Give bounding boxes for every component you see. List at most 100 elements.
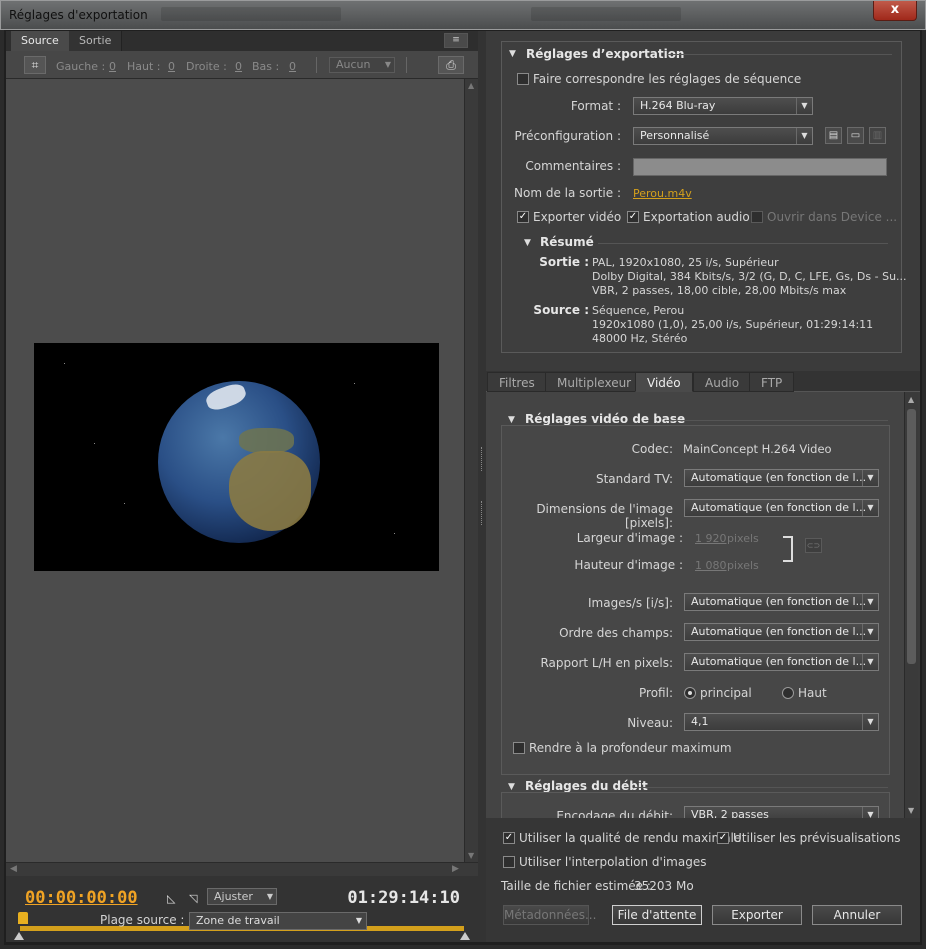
use-previews-checkbox[interactable]: ✓ <box>717 832 729 844</box>
tab-filters[interactable]: Filtres <box>487 372 547 392</box>
export-button[interactable]: Exporter <box>712 905 802 925</box>
tab-source[interactable]: Source <box>11 31 70 51</box>
scroll-left-icon[interactable]: ◀ <box>10 864 17 874</box>
width-label: Largeur d'image : <box>576 531 683 545</box>
aspect-value: Automatique (en fonction de l... <box>691 655 867 668</box>
scroll-up-icon[interactable]: ▲ <box>908 395 914 404</box>
divider <box>667 54 892 55</box>
fps-label: Images/s [i/s]: <box>588 596 673 610</box>
collapse-triangle-icon[interactable]: ▼ <box>508 415 515 425</box>
max-render-checkbox[interactable]: ✓ <box>503 832 515 844</box>
height-value[interactable]: 1 080 <box>695 559 727 572</box>
output-name-label: Nom de la sortie : <box>514 186 621 200</box>
scrollbar-thumb[interactable] <box>907 409 916 664</box>
import-preset-icon[interactable]: ▭ <box>847 127 864 144</box>
profile-high-radio[interactable] <box>782 687 794 699</box>
chevron-down-icon: ▼ <box>862 470 878 486</box>
crop-left-value[interactable]: 0 <box>109 60 116 73</box>
cancel-button[interactable]: Annuler <box>812 905 902 925</box>
export-video-checkbox[interactable]: ✓ <box>517 211 529 223</box>
panel-splitter[interactable] <box>478 31 486 942</box>
tab-output[interactable]: Sortie <box>69 31 123 51</box>
set-out-point-icon[interactable]: ◹ <box>189 892 201 905</box>
settings-vertical-scrollbar[interactable]: ▲ ▼ <box>904 392 918 818</box>
metadata-button[interactable]: Métadonnées... <box>503 905 596 925</box>
bitrate-encoding-value: VBR, 2 passes <box>691 808 769 818</box>
profile-main-radio[interactable] <box>684 687 696 699</box>
out-point-marker[interactable] <box>460 932 470 940</box>
summary-output-text: PAL, 1920x1080, 25 i/s, Supérieur Dolby … <box>592 256 907 297</box>
tab-multiplexer[interactable]: Multiplexeur <box>545 372 644 392</box>
panel-menu-icon[interactable]: ≡ <box>444 33 468 48</box>
save-preset-icon[interactable]: ▤ <box>825 127 842 144</box>
width-unit: pixels <box>727 532 759 545</box>
width-value[interactable]: 1 920 <box>695 532 727 545</box>
scroll-up-icon[interactable]: ▲ <box>468 81 474 90</box>
crop-bottom-label: Bas : <box>252 60 280 73</box>
delete-preset-icon[interactable]: ▥ <box>869 127 886 144</box>
height-label: Hauteur d'image : <box>574 558 683 572</box>
tab-audio[interactable]: Audio <box>693 372 752 392</box>
tv-standard-value: Automatique (en fonction de l... <box>691 471 867 484</box>
scroll-down-icon[interactable]: ▼ <box>908 806 914 815</box>
in-point-marker[interactable] <box>14 932 24 940</box>
crop-bottom-value[interactable]: 0 <box>289 60 296 73</box>
max-depth-checkbox[interactable] <box>513 742 525 754</box>
collapse-triangle-icon[interactable]: ▼ <box>524 238 531 248</box>
collapse-triangle-icon[interactable]: ▼ <box>509 49 516 59</box>
queue-button[interactable]: File d'attente <box>612 905 702 925</box>
bitrate-encoding-dropdown[interactable]: VBR, 2 passes ▼ <box>684 806 879 818</box>
level-dropdown[interactable]: 4,1 ▼ <box>684 713 879 731</box>
export-frame-icon[interactable]: ⎙ <box>438 56 464 74</box>
field-order-dropdown[interactable]: Automatique (en fonction de l... ▼ <box>684 623 879 641</box>
export-audio-checkbox[interactable]: ✓ <box>627 211 639 223</box>
playhead-icon[interactable] <box>18 912 28 924</box>
current-timecode[interactable]: 00:00:00:00 <box>25 888 138 908</box>
crop-ratio-dropdown[interactable]: Aucun ▼ <box>329 57 395 73</box>
summary-title: Résumé <box>540 235 594 249</box>
match-sequence-checkbox[interactable] <box>517 73 529 85</box>
output-name-link[interactable]: Perou.m4v <box>633 187 692 200</box>
comments-field[interactable] <box>633 158 887 176</box>
video-frame <box>34 343 439 571</box>
aspect-dropdown[interactable]: Automatique (en fonction de l... ▼ <box>684 653 879 671</box>
preview-horizontal-scrollbar[interactable]: ◀ ▶ <box>6 862 478 876</box>
export-audio-label: Exportation audio <box>643 210 750 224</box>
crop-toolbar: ⌗ Gauche : 0 Haut : 0 Droite : 0 Bas : 0… <box>6 51 478 79</box>
source-tabs: Source Sortie ≡ <box>6 31 478 51</box>
frame-size-dropdown[interactable]: Automatique (en fonction de l... ▼ <box>684 499 879 517</box>
scroll-down-icon[interactable]: ▼ <box>468 851 474 860</box>
preview-vertical-scrollbar[interactable]: ▲ ▼ <box>464 79 478 862</box>
crop-icon[interactable]: ⌗ <box>24 56 46 74</box>
settings-panel: ▼ Réglages d’exportation Faire correspon… <box>486 31 920 942</box>
europe-landmass <box>239 428 294 453</box>
preset-dropdown[interactable]: Personnalisé ▼ <box>633 127 813 145</box>
frame-size-label: Dimensions de l'image [pixels]: <box>536 502 673 530</box>
crop-top-value[interactable]: 0 <box>168 60 175 73</box>
splitter-grip[interactable] <box>481 501 483 525</box>
close-button[interactable]: x <box>873 1 917 21</box>
frame-blending-checkbox[interactable] <box>503 856 515 868</box>
set-in-point-icon[interactable]: ◺ <box>167 892 179 905</box>
fps-dropdown[interactable]: Automatique (en fonction de l... ▼ <box>684 593 879 611</box>
zoom-dropdown[interactable]: Ajuster ▼ <box>207 888 277 905</box>
divider <box>634 787 888 788</box>
chevron-down-icon: ▼ <box>266 892 273 901</box>
open-device-checkbox[interactable] <box>751 211 763 223</box>
crop-right-value[interactable]: 0 <box>235 60 242 73</box>
height-unit: pixels <box>727 559 759 572</box>
collapse-triangle-icon[interactable]: ▼ <box>508 782 515 792</box>
codec-value: MainConcept H.264 Video <box>683 442 832 456</box>
tv-standard-dropdown[interactable]: Automatique (en fonction de l... ▼ <box>684 469 879 487</box>
tab-ftp[interactable]: FTP <box>749 372 795 392</box>
level-value: 4,1 <box>691 715 709 728</box>
chevron-down-icon: ▼ <box>355 916 362 925</box>
scroll-right-icon[interactable]: ▶ <box>452 864 459 874</box>
crop-right-label: Droite : <box>186 60 227 73</box>
splitter-grip[interactable] <box>481 447 483 471</box>
tab-video[interactable]: Vidéo <box>635 372 693 392</box>
source-range-dropdown[interactable]: Zone de travail ▼ <box>189 912 367 930</box>
format-dropdown[interactable]: H.264 Blu-ray ▼ <box>633 97 813 115</box>
link-icon[interactable]: ⊂⊃ <box>805 538 822 553</box>
divider <box>316 57 317 73</box>
